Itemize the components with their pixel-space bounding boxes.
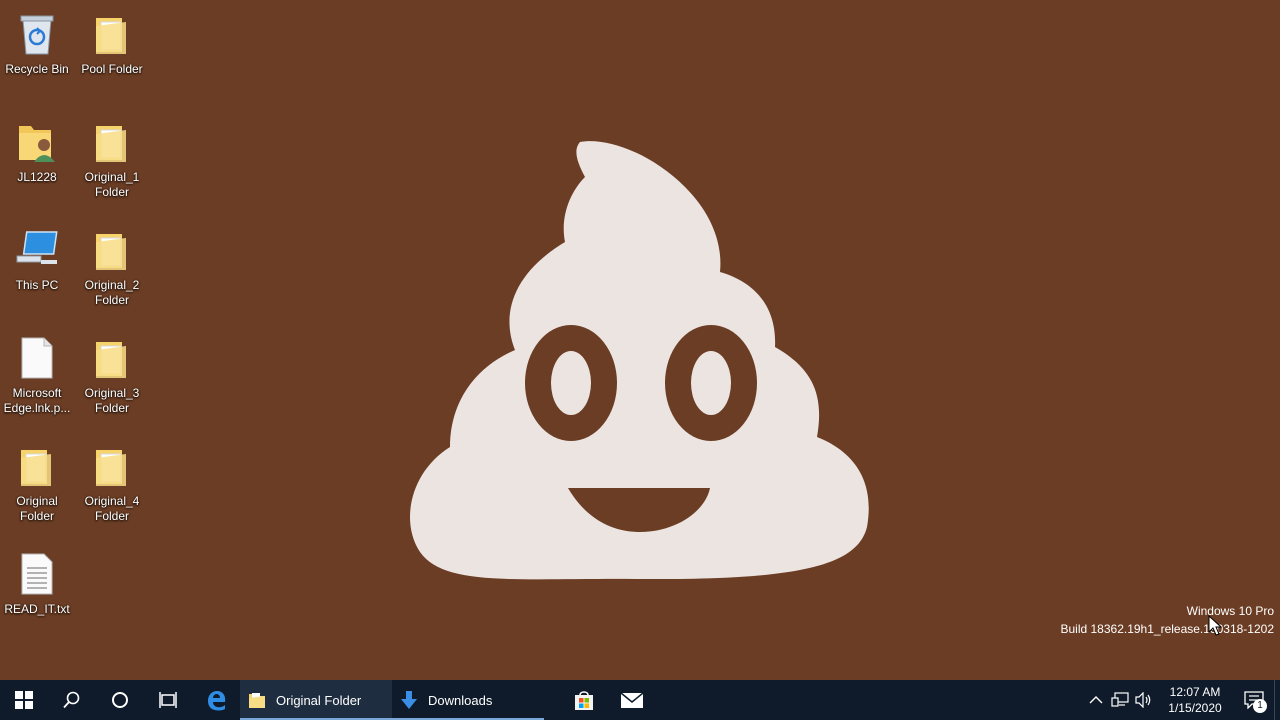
desktop-icon-original-folder[interactable]: Original Folder — [0, 436, 74, 532]
folder-icon — [88, 118, 136, 166]
edge-taskbar-button[interactable] — [192, 680, 240, 720]
download-arrow-icon — [401, 691, 417, 709]
desktop-icon-label: Microsoft Edge.lnk.p... — [3, 386, 71, 415]
desktop-icon-jl1228[interactable]: JL1228 — [0, 112, 74, 208]
task-view-button[interactable] — [144, 680, 192, 720]
folder-icon — [13, 442, 61, 490]
folder-icon — [88, 442, 136, 490]
desktop-icon-label: JL1228 — [17, 170, 57, 184]
desktop-icon-label: Recycle Bin — [5, 62, 69, 76]
network-icon — [1111, 692, 1129, 707]
taskbar-app-downloads[interactable]: Downloads — [392, 680, 544, 720]
action-center-button[interactable]: 1 — [1234, 680, 1274, 720]
folder-icon — [249, 693, 265, 708]
desktop-icon-recycle-bin[interactable]: Recycle Bin — [0, 4, 74, 100]
volume-tray-button[interactable] — [1132, 680, 1156, 720]
edge-icon — [208, 691, 226, 711]
desktop-icon-label: Original_2 Folder — [84, 278, 140, 307]
wallpaper-poop-emoji — [405, 132, 875, 587]
desktop-icon-label: Original_4 Folder — [84, 494, 140, 523]
windows-watermark: Windows 10 Pro Build 18362.19h1_release.… — [1060, 602, 1274, 638]
notification-count-badge: 1 — [1253, 699, 1267, 713]
desktop-icon-read-it[interactable]: READ_IT.txt — [0, 544, 74, 640]
clock-date: 1/15/2020 — [1168, 701, 1222, 715]
folder-icon — [88, 10, 136, 58]
show-hidden-icons-button[interactable] — [1084, 680, 1108, 720]
folder-icon — [88, 334, 136, 382]
desktop-icon-edge-lnk[interactable]: Microsoft Edge.lnk.p... — [0, 328, 74, 424]
store-taskbar-button[interactable] — [560, 680, 608, 720]
watermark-build: Build 18362.19h1_release.190318-1202 — [1060, 622, 1274, 636]
task-view-icon — [159, 692, 177, 708]
cortana-icon — [112, 692, 128, 708]
desktop-icon-label: READ_IT.txt — [4, 602, 70, 616]
system-tray: 12:07 AM 1/15/2020 1 — [1084, 680, 1280, 720]
computer-icon — [13, 226, 61, 274]
mail-taskbar-button[interactable] — [608, 680, 656, 720]
desktop-icon-pool-folder[interactable]: Pool Folder — [75, 4, 149, 100]
poop-emoji-icon — [410, 141, 869, 580]
chevron-up-icon — [1089, 696, 1103, 704]
desktop-icon-this-pc[interactable]: This PC — [0, 220, 74, 316]
desktop-icon-label: Original_1 Folder — [84, 170, 140, 199]
clock-time: 12:07 AM — [1169, 685, 1221, 699]
store-icon — [575, 691, 593, 710]
desktop-icon-label: Original_3 Folder — [84, 386, 140, 415]
mouse-cursor-icon — [1208, 614, 1224, 637]
user-folder-icon — [13, 118, 61, 166]
desktop-icon-original-3-folder[interactable]: Original_3 Folder — [75, 328, 149, 424]
desktop-icon-label: Pool Folder — [81, 62, 143, 76]
mail-icon — [620, 692, 644, 708]
folder-icon — [88, 226, 136, 274]
desktop-icon-label: This PC — [15, 278, 59, 292]
show-desktop-button[interactable] — [1274, 680, 1280, 720]
recycle-bin-icon — [13, 10, 61, 58]
volume-icon — [1135, 692, 1151, 708]
text-file-icon — [13, 550, 61, 598]
windows-logo-icon — [15, 691, 33, 709]
network-tray-button[interactable] — [1108, 680, 1132, 720]
watermark-edition: Windows 10 Pro — [1186, 604, 1274, 618]
taskbar-app-label: Original Folder — [276, 692, 362, 708]
taskbar-app-original-folder[interactable]: Original Folder — [240, 680, 392, 720]
search-icon — [63, 691, 80, 709]
blank-file-icon — [13, 334, 61, 382]
desktop-icon-original-4-folder[interactable]: Original_4 Folder — [75, 436, 149, 532]
cortana-button[interactable] — [96, 680, 144, 720]
desktop-icon-label: Original Folder — [16, 494, 58, 523]
start-button[interactable] — [0, 680, 48, 720]
desktop-icon-original-1-folder[interactable]: Original_1 Folder — [75, 112, 149, 208]
taskbar-app-label: Downloads — [428, 692, 493, 708]
desktop-icon-original-2-folder[interactable]: Original_2 Folder — [75, 220, 149, 316]
desktop[interactable]: Recycle Bin JL1228 This PC Microsoft Edg… — [0, 0, 1280, 680]
taskbar-clock[interactable]: 12:07 AM 1/15/2020 — [1156, 684, 1234, 716]
search-button[interactable] — [48, 680, 96, 720]
taskbar: Original Folder Downloads 12:07 AM 1/15/… — [0, 680, 1280, 720]
